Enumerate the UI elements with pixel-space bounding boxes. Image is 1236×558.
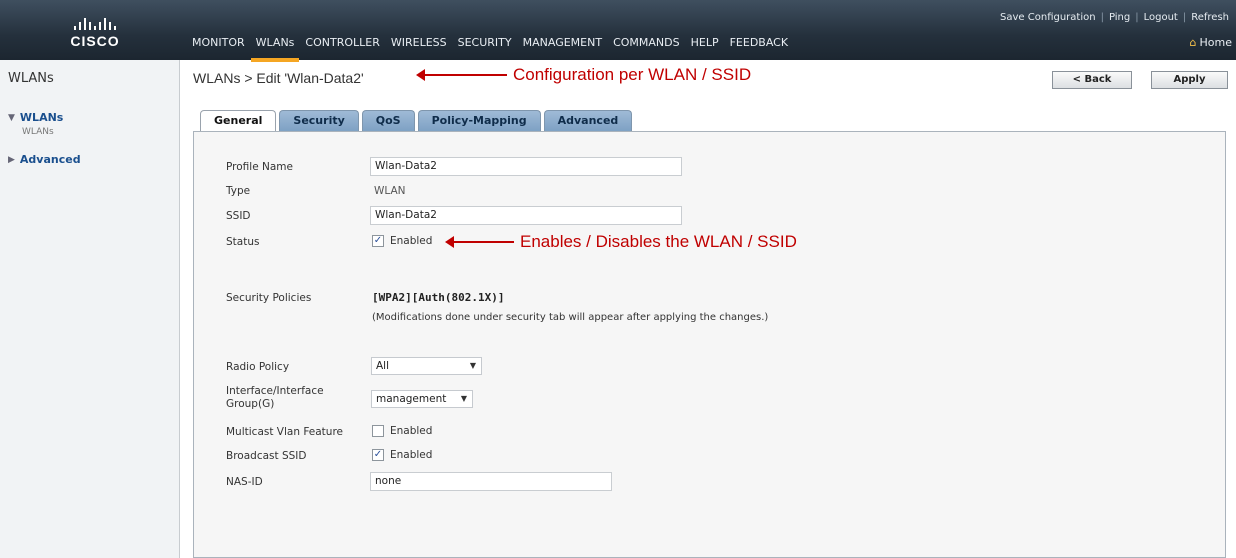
security-note: (Modifications done under security tab w… <box>372 312 769 323</box>
security-policies-value: [WPA2][Auth(802.1X)] <box>372 291 505 304</box>
cisco-logo: CISCO <box>62 16 128 49</box>
expanded-triangle-icon: ▼ <box>8 112 15 123</box>
logo-wordmark: CISCO <box>70 33 120 49</box>
multicast-label: Multicast Vlan Feature <box>226 426 344 438</box>
page-title: WLANs > Edit 'Wlan-Data2' <box>193 70 364 86</box>
nas-id-label: NAS-ID <box>226 476 263 488</box>
profile-name-field[interactable]: Wlan-Data2 <box>370 157 682 176</box>
tab-general[interactable]: General <box>200 110 277 132</box>
dropdown-arrow-icon: ▼ <box>469 361 476 370</box>
tab-policy-mapping[interactable]: Policy-Mapping <box>417 110 541 131</box>
broadcast-enabled-label: Enabled <box>390 449 433 461</box>
left-arrow-icon <box>416 69 507 81</box>
ping-link[interactable]: Ping <box>1104 12 1135 23</box>
left-arrow-icon <box>445 236 514 248</box>
home-icon: ⌂ <box>1189 36 1197 49</box>
annotation-top-text: Configuration per WLAN / SSID <box>513 65 752 84</box>
sidebar-item-label: WLANs <box>19 111 64 124</box>
tab-advanced[interactable]: Advanced <box>543 110 633 131</box>
nas-id-field[interactable]: none <box>370 472 612 491</box>
tab-qos[interactable]: QoS <box>361 110 415 131</box>
type-value: WLAN <box>374 185 406 197</box>
type-label: Type <box>226 185 251 197</box>
tab-security[interactable]: Security <box>279 110 359 131</box>
apply-button[interactable]: Apply <box>1151 71 1228 89</box>
save-configuration-link[interactable]: Save Configuration <box>995 12 1101 23</box>
nav-wlans[interactable]: WLANs <box>250 34 300 62</box>
sidebar-subitem-wlans[interactable]: WLANs <box>22 127 54 137</box>
main-navigation: MONITOR WLANs CONTROLLER WIRELESS SECURI… <box>192 34 788 62</box>
annotation-top: Configuration per WLAN / SSID <box>416 65 752 85</box>
broadcast-ssid-label: Broadcast SSID <box>226 450 307 462</box>
sidebar: WLANs ▼ WLANs WLANs ▶ Advanced <box>0 60 180 558</box>
status-enabled-label: Enabled <box>390 235 433 247</box>
nav-wireless[interactable]: WIRELESS <box>391 34 447 53</box>
multicast-enabled: Enabled <box>372 425 432 437</box>
nav-commands[interactable]: COMMANDS <box>613 34 680 53</box>
sidebar-title: WLANs <box>8 71 54 86</box>
broadcast-checkbox[interactable]: ✓ <box>372 449 384 461</box>
sidebar-item-wlans[interactable]: ▼ WLANs <box>8 111 63 124</box>
annotation-status-text: Enables / Disables the WLAN / SSID <box>520 232 797 251</box>
nav-feedback[interactable]: FEEDBACK <box>730 34 788 53</box>
status-enabled: ✓ Enabled <box>372 235 432 247</box>
refresh-link[interactable]: Refresh <box>1186 12 1234 23</box>
dropdown-arrow-icon: ▼ <box>460 394 467 403</box>
interface-label: Interface/Interface Group(G) <box>226 385 324 410</box>
nav-management[interactable]: MANAGEMENT <box>523 34 602 53</box>
ssid-field[interactable]: Wlan-Data2 <box>370 206 682 225</box>
nav-help[interactable]: HELP <box>691 34 719 53</box>
tab-bar: General Security QoS Policy-Mapping Adva… <box>200 110 633 132</box>
radio-policy-label: Radio Policy <box>226 361 290 373</box>
logout-link[interactable]: Logout <box>1139 12 1183 23</box>
sidebar-item-label: Advanced <box>19 153 81 166</box>
utility-links: Save Configuration | Ping | Logout | Ref… <box>995 12 1234 23</box>
home-link[interactable]: ⌂ Home <box>1190 36 1232 49</box>
multicast-checkbox[interactable] <box>372 425 384 437</box>
profile-name-label: Profile Name <box>226 161 293 173</box>
security-policies-label: Security Policies <box>226 292 312 304</box>
top-header: CISCO Save Configuration | Ping | Logout… <box>0 0 1236 62</box>
annotation-status: Enables / Disables the WLAN / SSID <box>445 232 797 252</box>
interface-value: management <box>376 393 447 405</box>
ssid-label: SSID <box>226 210 251 222</box>
radio-policy-select[interactable]: All ▼ <box>371 357 482 375</box>
broadcast-enabled: ✓ Enabled <box>372 449 432 461</box>
interface-select[interactable]: management ▼ <box>371 390 473 408</box>
nav-controller[interactable]: CONTROLLER <box>305 34 379 53</box>
general-tab-panel <box>193 131 1226 558</box>
status-checkbox[interactable]: ✓ <box>372 235 384 247</box>
collapsed-triangle-icon: ▶ <box>8 154 15 165</box>
radio-policy-value: All <box>376 360 390 372</box>
back-button[interactable]: < Back <box>1052 71 1132 89</box>
nav-security[interactable]: SECURITY <box>458 34 512 53</box>
sidebar-item-advanced[interactable]: ▶ Advanced <box>8 153 81 166</box>
status-label: Status <box>226 236 260 248</box>
multicast-enabled-label: Enabled <box>390 425 433 437</box>
home-label: Home <box>1199 36 1232 49</box>
nav-monitor[interactable]: MONITOR <box>192 34 245 53</box>
